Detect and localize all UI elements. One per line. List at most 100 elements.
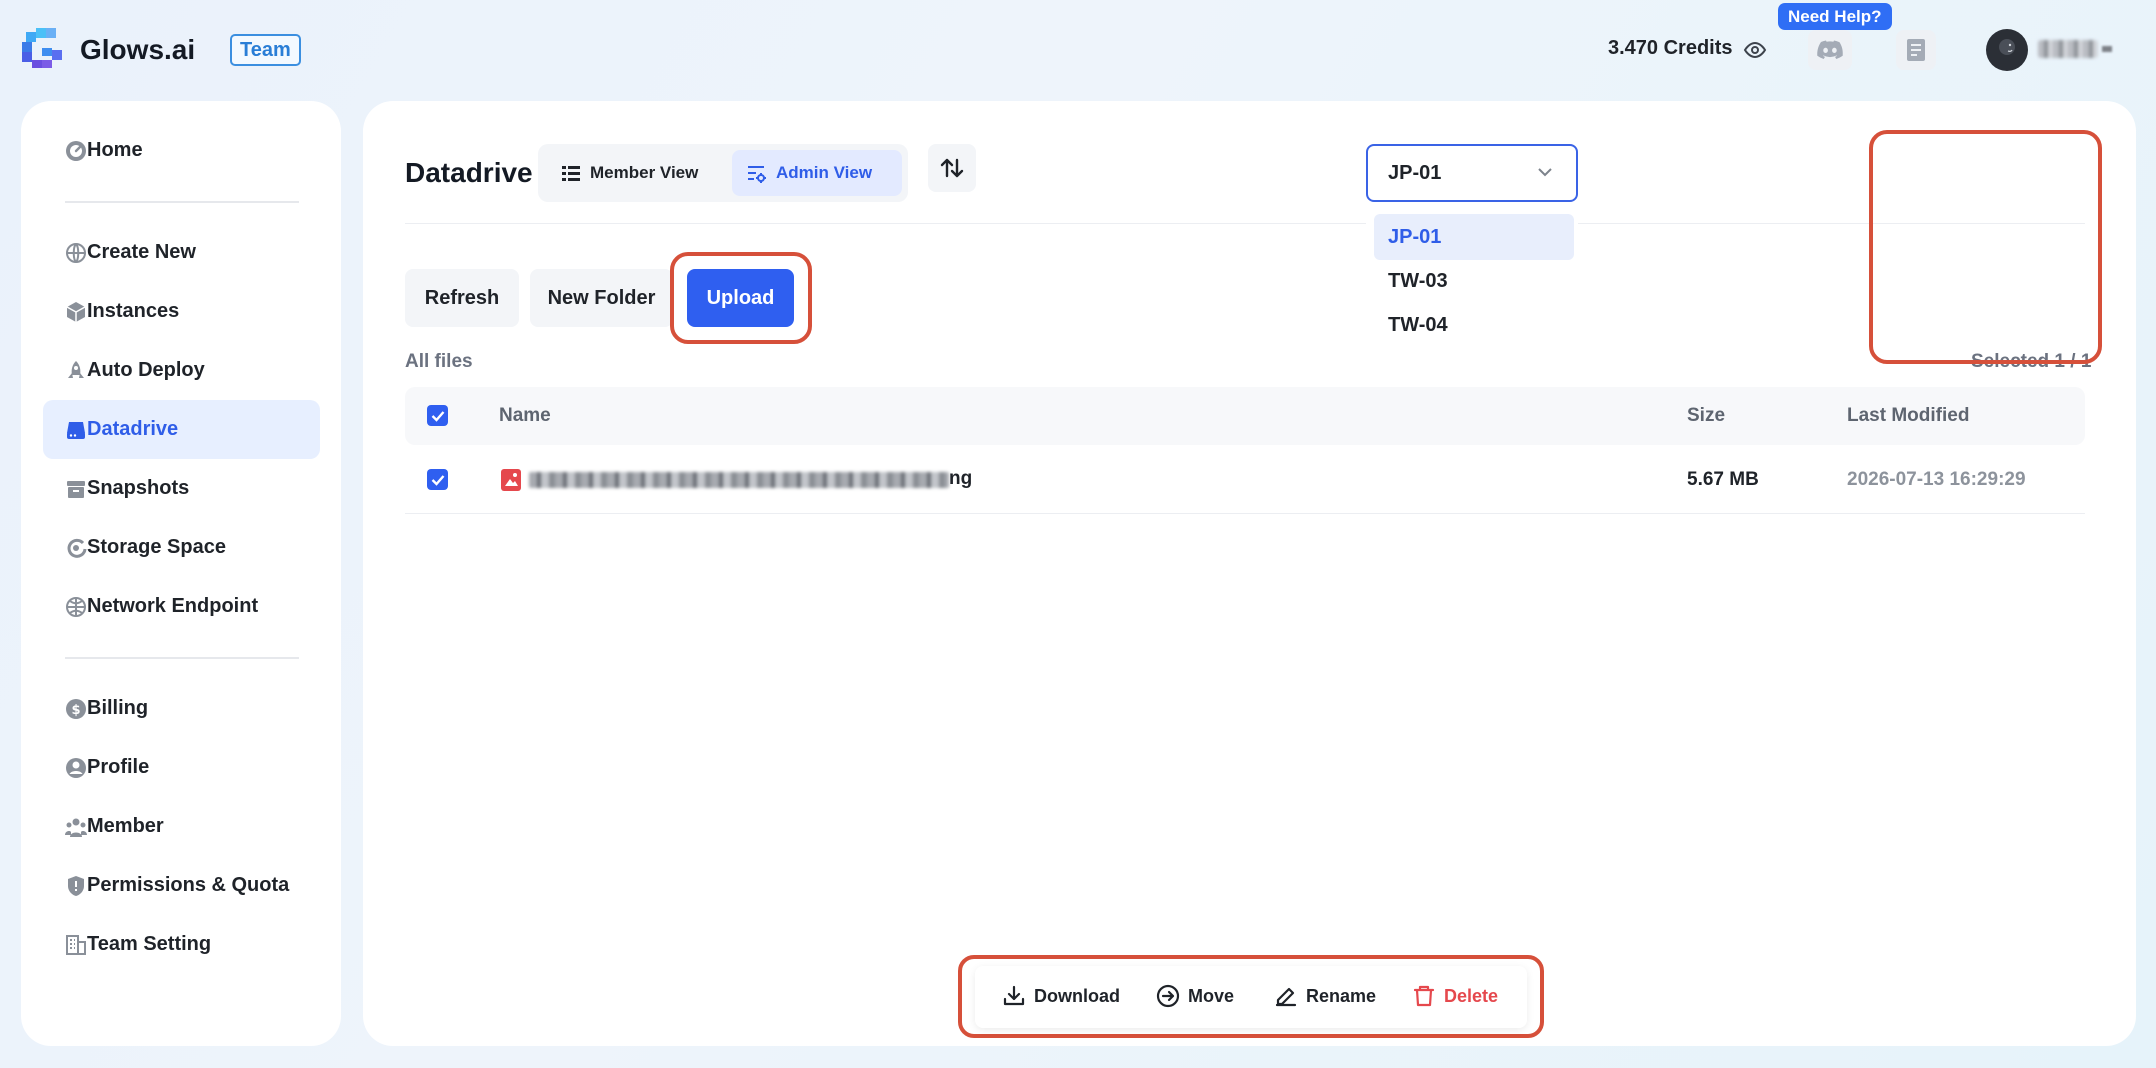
table-header: Name Size Last Modified [405,387,2085,445]
column-header-size[interactable]: Size [1687,405,1725,427]
brand-name: Glows.ai [80,34,196,65]
move-label: Move [1188,985,1235,1006]
gauge-icon [66,141,86,161]
members-icon [65,818,87,837]
dollar-icon: $ [66,699,86,719]
select-all-checkbox[interactable] [427,405,448,426]
sidebar-item-instances[interactable]: Instances [43,282,320,341]
sidebar-item-datadrive[interactable]: Datadrive [43,400,320,459]
admin-view-button[interactable]: Admin View [732,150,902,196]
sidebar-item-label: Storage Space [87,536,226,558]
sidebar-item-label: Auto Deploy [87,359,205,381]
glows-logo-icon[interactable] [20,26,64,70]
region-select[interactable]: JP-01 [1366,144,1578,202]
region-option-tw-03[interactable]: TW-03 [1374,258,1574,304]
archive-icon [67,481,85,498]
sidebar-item-label: Profile [87,756,150,778]
building-icon [66,935,86,955]
trash-icon [1413,985,1435,1007]
credits-balance: 3.470 Credits [1608,37,1733,59]
file-size: 5.67 MB [1687,469,1759,490]
image-file-icon [501,469,521,491]
header-divider [405,223,2085,224]
docs-button[interactable] [1896,30,1936,70]
chevron-down-icon[interactable] [2102,46,2112,52]
sidebar-item-profile[interactable]: Profile [43,738,320,797]
sidebar-item-auto-deploy[interactable]: Auto Deploy [43,341,320,400]
page-title: Datadrive [405,157,533,188]
sidebar-divider [65,201,299,203]
sidebar-item-label: Instances [87,300,180,322]
eye-icon[interactable] [1743,38,1767,62]
sidebar-item-label: Create New [87,241,196,263]
admin-view-label: Admin View [776,163,873,182]
sidebar-item-label: Permissions & Quota [87,874,290,896]
move-button[interactable]: Move [1156,984,1234,1008]
file-name-blurred [529,472,949,488]
check-icon [431,474,444,486]
svg-text:$: $ [71,703,80,718]
document-icon [1907,39,1925,61]
user-icon [66,758,86,778]
move-arrow-icon [1156,984,1180,1008]
download-label: Download [1034,985,1120,1006]
sidebar-item-label: Home [87,139,143,161]
drive-icon [67,422,85,439]
download-button[interactable]: Download [1002,984,1120,1008]
row-checkbox[interactable] [427,469,448,490]
shield-icon [68,876,84,896]
delete-button[interactable]: Delete [1412,984,1498,1008]
file-actions-bar: Download Move Rename Delete [975,966,1527,1028]
sidebar-item-snapshots[interactable]: Snapshots [43,459,320,518]
sidebar-item-home[interactable]: Home [43,121,320,180]
sidebar-item-label: Snapshots [87,477,190,499]
table-row[interactable]: ng 5.67 MB 2026-07-13 16:29:29 [405,445,2085,514]
sidebar-item-team-setting[interactable]: Team Setting [43,915,320,974]
download-icon [1003,985,1025,1006]
list-icon [562,166,580,181]
sidebar-item-label: Network Endpoint [87,595,259,617]
region-dropdown: JP-01 TW-03 TW-04 [1366,208,1578,342]
dropdown-highlight-box [1869,130,2102,364]
sort-arrows-icon [940,158,964,178]
sidebar: Home Create New Instances Auto Deploy Da… [21,101,341,1046]
delete-label: Delete [1444,985,1499,1006]
need-help-tooltip: Need Help? [1778,3,1892,37]
sidebar-item-billing[interactable]: $ Billing [43,679,320,738]
all-files-label: All files [405,351,473,372]
sidebar-divider [65,657,299,659]
region-option-jp-01[interactable]: JP-01 [1374,214,1574,260]
sidebar-item-storage-space[interactable]: Storage Space [43,518,320,577]
top-header: Glows.ai Team 3.470 Credits Need Help? [0,0,2156,100]
avatar[interactable] [1986,29,2028,71]
sidebar-item-label: Team Setting [87,933,212,955]
sidebar-item-permissions-quota[interactable]: Permissions & Quota [43,856,320,915]
admin-settings-icon [748,166,766,183]
sort-button[interactable] [928,144,976,192]
rocket-icon [68,361,84,378]
globe-icon [66,243,86,263]
sidebar-item-member[interactable]: Member [43,797,320,856]
column-header-name[interactable]: Name [499,405,551,427]
storage-icon [67,538,87,558]
column-header-last-modified[interactable]: Last Modified [1847,405,1969,427]
cube-icon [66,302,86,322]
refresh-button[interactable]: Refresh [405,269,519,327]
region-selected-value: JP-01 [1388,162,1442,184]
sidebar-item-create-new[interactable]: Create New [43,223,320,282]
file-name-extension: ng [949,468,973,489]
discord-icon [1817,40,1843,59]
sidebar-item-label: Datadrive [87,418,179,440]
username-blurred[interactable] [2038,40,2098,58]
pencil-icon [1275,987,1297,1007]
member-view-button[interactable]: Member View [546,150,726,196]
rename-button[interactable]: Rename [1274,984,1376,1008]
view-toggle: Member View Admin View [538,144,908,202]
new-folder-button[interactable]: New Folder [530,269,673,327]
region-option-tw-04[interactable]: TW-04 [1374,302,1574,348]
file-last-modified: 2026-07-13 16:29:29 [1847,469,2026,490]
sidebar-item-network-endpoint[interactable]: Network Endpoint [43,577,320,636]
sidebar-item-label: Member [87,815,164,837]
member-view-label: Member View [590,163,699,182]
discord-button[interactable] [1808,30,1852,70]
